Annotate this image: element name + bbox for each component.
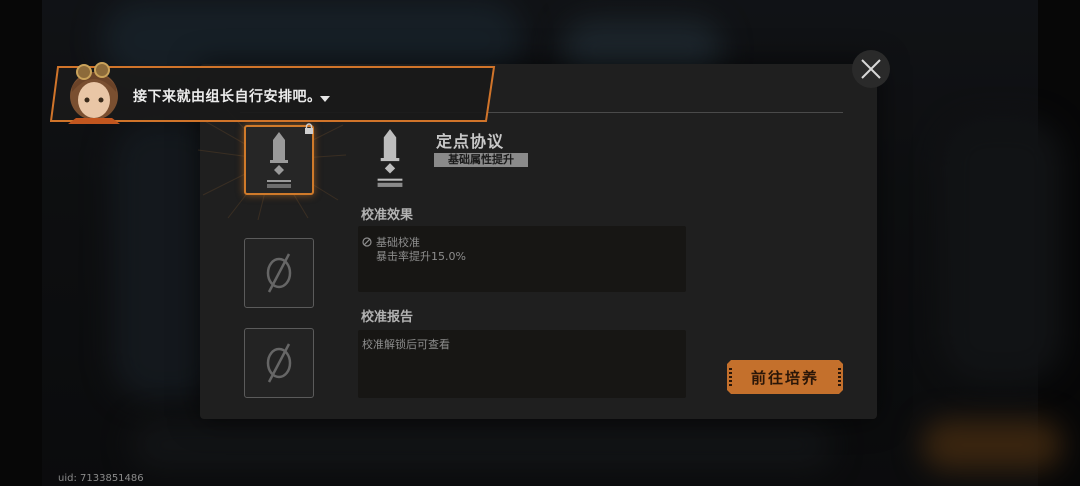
dialogue-text: 接下来就由组长自行安排吧。 (133, 89, 322, 105)
report-locked-text: 校准解锁后可查看 (362, 338, 450, 351)
protocol-tag: 基础属性提升 (434, 153, 528, 167)
go-train-label: 前往培养 (750, 368, 819, 387)
button-edge-decoration (838, 368, 841, 386)
character-avatar (54, 56, 134, 124)
user-id: uid: 7133851486 (58, 473, 144, 484)
empty-slot-icon (266, 253, 292, 293)
calibration-effect-label: 校准效果 (361, 208, 414, 223)
protocol-slot-2[interactable] (244, 238, 314, 308)
disabled-icon (362, 237, 372, 247)
continue-arrow-icon[interactable] (320, 96, 330, 102)
lock-icon (305, 123, 313, 134)
protocol-slot-3[interactable] (244, 328, 314, 398)
effect-line-2: 暴击率提升15.0% (376, 250, 466, 263)
protocol-slot-1[interactable] (244, 123, 314, 195)
close-button[interactable] (852, 50, 890, 88)
protocol-title: 定点协议 (436, 132, 505, 151)
calibration-effect-panel: 基础校准 暴击率提升15.0% (358, 226, 686, 292)
button-edge-decoration (729, 368, 732, 386)
sword-emblem-icon (267, 132, 291, 188)
go-train-button[interactable]: 前往培养 (727, 360, 843, 394)
calibration-report-label: 校准报告 (361, 310, 414, 325)
sword-emblem-icon (377, 129, 403, 187)
close-icon (861, 59, 881, 79)
empty-slot-icon (266, 343, 292, 383)
character-portrait-icon (68, 62, 120, 124)
calibration-report-panel: 校准解锁后可查看 (358, 330, 686, 398)
protocol-large-icon (368, 127, 412, 193)
